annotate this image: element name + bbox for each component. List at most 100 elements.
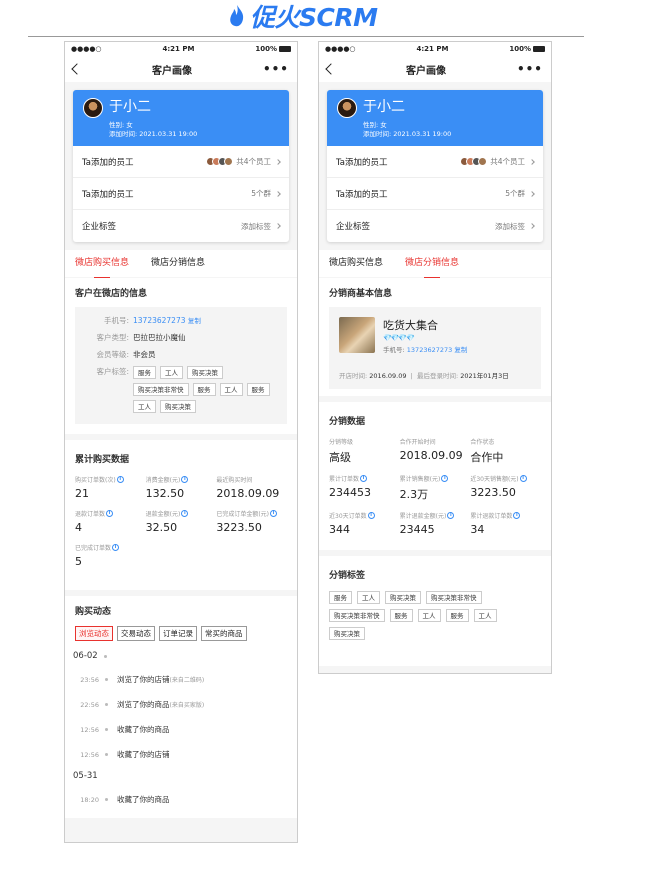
groups-row[interactable]: Ta添加的员工 5个群	[327, 178, 543, 210]
tag: 工人	[473, 609, 497, 622]
chevron-right-icon	[275, 223, 281, 229]
customer-name: 于小二	[363, 99, 405, 115]
staff-avatars	[206, 157, 234, 166]
status-bar: ●●●●○ 4:21 PM 100%	[65, 42, 297, 56]
stat-value: 2018.09.09	[216, 487, 280, 500]
tag: 服务	[329, 591, 352, 604]
purchase-stats-grid: 购买订单数(次) i 21 消费金额(元) i 132.50 最近购买时间 2018.09…	[75, 475, 287, 568]
nav-bar: 客户画像 •••	[319, 56, 551, 82]
filter-frequent[interactable]: 常买的商品	[201, 626, 247, 641]
tab-dist-info[interactable]: 微店分销信息	[151, 250, 205, 277]
stat-item: 累计销售额(元) i 2.3万	[400, 474, 471, 502]
stat-label: 消费金额(元)	[145, 477, 181, 484]
copy-button[interactable]: 复制	[454, 346, 467, 354]
info-icon[interactable]: i	[447, 512, 455, 519]
info-icon[interactable]: i	[116, 476, 124, 483]
info-icon[interactable]: i	[519, 475, 527, 482]
avatar	[83, 98, 103, 118]
dist-basic-section: 分销商基本信息 吃货大集合 💎💎💎💎 手机号: 13723627273 复制 开…	[319, 278, 551, 396]
staff-row[interactable]: Ta添加的员工 共4个员工	[327, 146, 543, 178]
section-title: 购买动态	[75, 607, 112, 617]
tab-buy-info[interactable]: 微店购买信息	[75, 250, 129, 278]
tags-row[interactable]: 企业标签 添加标签	[73, 210, 289, 242]
stat-item: 已完成订单金额(元) i 3223.50	[216, 509, 287, 534]
info-icon[interactable]: i	[441, 475, 449, 482]
timeline-item: 12:56 收藏了你的商品	[80, 725, 170, 734]
battery-icon	[278, 46, 291, 52]
staff-avatars	[460, 157, 488, 166]
customer-added-time: 添加时间: 2021.03.31 19:00	[363, 130, 452, 138]
tag: 购买决策非常快	[329, 609, 385, 622]
info-icon[interactable]: i	[513, 512, 521, 519]
row-value: 5个群	[505, 189, 525, 198]
status-bar: ●●●●○ 4:21 PM 100%	[319, 42, 551, 56]
tags-row[interactable]: 企业标签 添加标签	[327, 210, 543, 242]
row-label: Ta添加的员工	[82, 157, 134, 168]
distributor-phone: 手机号: 13723627273 复制	[383, 346, 468, 354]
info-icon[interactable]: i	[270, 510, 278, 517]
filter-trade[interactable]: 交易动态	[117, 626, 155, 641]
tab-dist-info[interactable]: 微店分销信息	[405, 250, 459, 278]
dist-tags: 服务 工人 购买决策 购买决策非常快 购买决策非常快 服务 工人 服务 工人 购…	[329, 591, 529, 640]
back-icon[interactable]	[71, 63, 83, 75]
tag: 购买决策非常快	[133, 383, 189, 396]
stat-item: 已完成订单数 i 5	[75, 543, 146, 568]
back-icon[interactable]	[325, 63, 337, 75]
row-label: Ta添加的员工	[336, 157, 388, 168]
stat-item: 分销等级 高级	[329, 439, 354, 464]
stat-label: 退款金额(元)	[145, 511, 181, 518]
tab-buy-info[interactable]: 微店购买信息	[329, 250, 383, 277]
tag: 服务	[389, 609, 413, 622]
info-tabs: 微店购买信息 微店分销信息	[319, 250, 551, 278]
row-label: Ta添加的员工	[82, 189, 134, 200]
battery-icon	[532, 46, 545, 52]
tag: 工人	[133, 400, 156, 413]
tag: 工人	[357, 591, 380, 604]
info-tabs: 微店购买信息 微店分销信息	[65, 250, 297, 278]
row-label: 企业标签	[336, 222, 371, 232]
type-label: 客户类型:	[96, 333, 129, 342]
stat-item: 最近购买时间 2018.09.09	[216, 475, 287, 500]
distributor-name: 吃货大集合	[383, 319, 438, 332]
more-icon[interactable]: •••	[263, 62, 289, 76]
filter-orders[interactable]: 订单记录	[159, 626, 197, 641]
stat-item: 累计订单数 i 234453	[329, 475, 371, 499]
groups-row[interactable]: Ta添加的员工 5个群	[73, 178, 289, 210]
stat-item: 合作状态 合作中	[470, 439, 504, 464]
info-icon[interactable]: i	[181, 476, 189, 483]
customer-tags: 服务 工人 购买决策 购买决策非常快 服务 工人 服务 工人 购买决策	[133, 366, 273, 413]
shop-info-box: 手机号: 13723627273 复制 客户类型: 巴拉巴拉小魔仙 会员等级: 非会员…	[75, 307, 287, 424]
purchase-stats-section: 累计购买数据 购买订单数(次) i 21 消费金额(元) i 132.50 最近购买时间…	[65, 440, 297, 590]
stat-item: 近30天销售额(元) i 3223.50	[470, 474, 541, 502]
phone-screen-distribution: ●●●●○ 4:21 PM 100% 客户画像 ••• 于小二 性别: 女 添加…	[318, 41, 552, 674]
info-icon[interactable]: i	[367, 512, 375, 519]
info-icon[interactable]: i	[112, 544, 120, 551]
stat-item: 累计退款订单数 i 34	[470, 511, 541, 536]
info-icon[interactable]: i	[181, 510, 189, 517]
customer-header: 于小二 性别: 女 添加时间: 2021.03.31 19:00	[327, 90, 543, 146]
more-icon[interactable]: •••	[517, 62, 543, 76]
tags-label: 客户标签:	[96, 367, 129, 376]
phone-value: 13723627273	[133, 316, 186, 325]
section-title: 分销标签	[329, 571, 366, 581]
info-icon[interactable]: i	[106, 510, 114, 517]
section-title: 客户在微店的信息	[75, 289, 148, 299]
staff-row[interactable]: Ta添加的员工 共4个员工	[73, 146, 289, 178]
activity-section: 购买动态 浏览动态 交易动态 订单记录 常买的商品 06-02 23:56 浏览了…	[65, 596, 297, 818]
row-value: 添加标签	[241, 221, 271, 231]
phone-label: 手机号:	[103, 316, 129, 325]
section-title: 分销数据	[329, 417, 366, 427]
row-value: 共4个员工	[490, 157, 525, 166]
info-icon[interactable]: i	[360, 475, 368, 482]
flame-icon	[230, 5, 244, 27]
filter-browse[interactable]: 浏览动态	[75, 626, 113, 641]
copy-button[interactable]: 复制	[188, 315, 201, 327]
avatar	[337, 98, 357, 118]
row-value: 添加标签	[495, 221, 525, 231]
row-value: 5个群	[251, 189, 271, 198]
stat-label: 退款订单数	[75, 511, 106, 518]
page-title: 客户画像	[405, 65, 446, 77]
dist-tags-section: 分销标签 服务 工人 购买决策 购买决策非常快 购买决策非常快 服务 工人 服务…	[319, 556, 551, 666]
stat-value: 4	[75, 521, 82, 534]
dist-stats-grid: 分销等级 高级 合作开始时间 2018.09.09 合作状态 合作中 累计订单数 i 23…	[329, 437, 541, 536]
